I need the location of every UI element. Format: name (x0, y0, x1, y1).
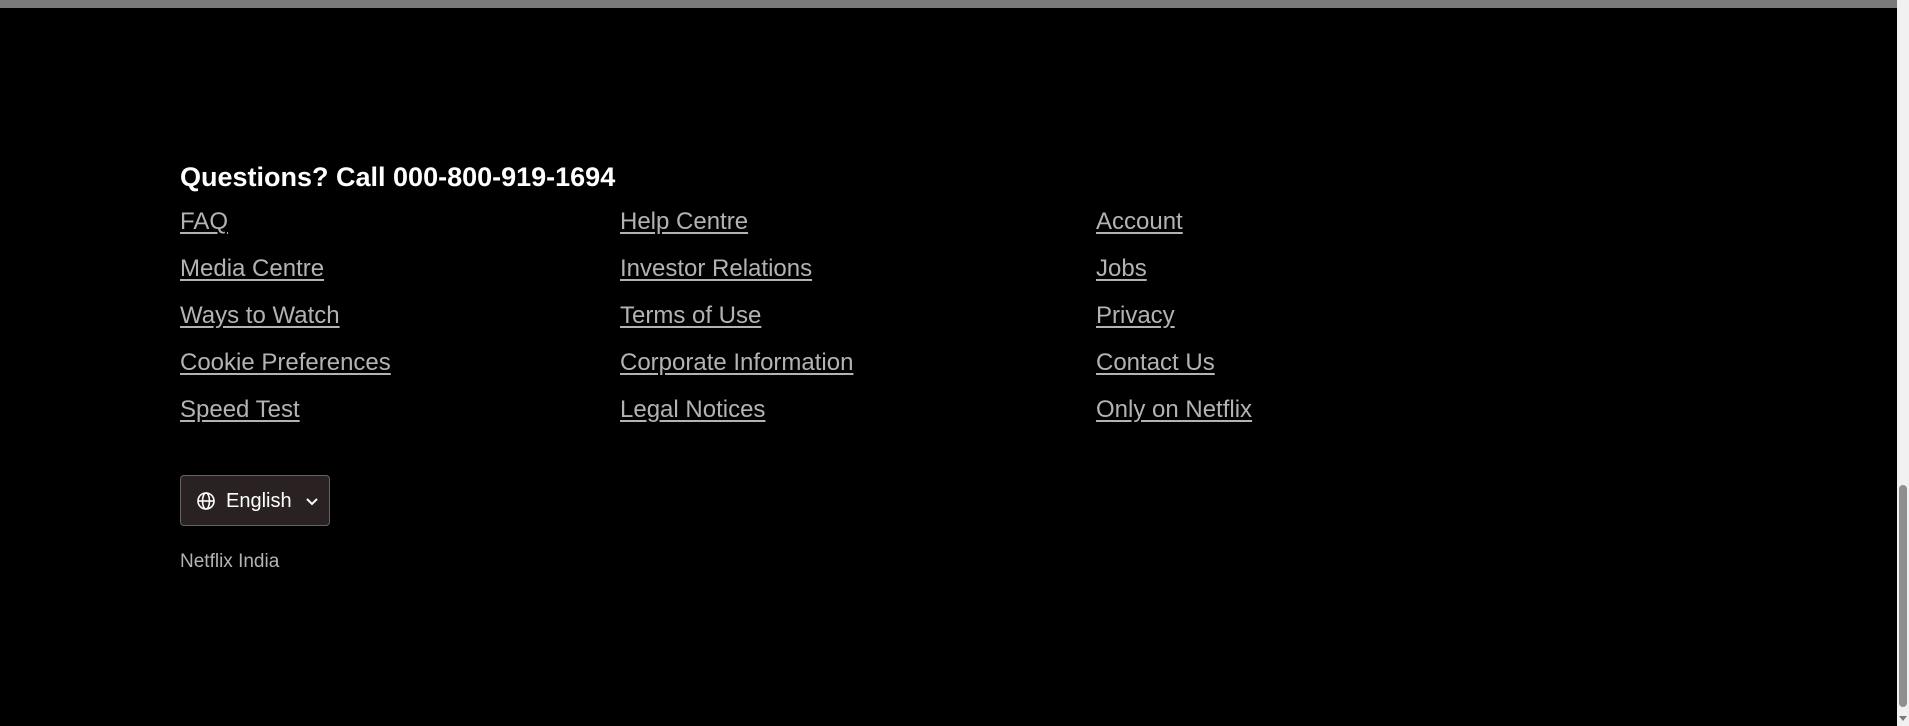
terms-of-use-link[interactable]: Terms of Use (620, 300, 761, 332)
vertical-scrollbar[interactable] (1897, 0, 1909, 726)
legal-notices-link[interactable]: Legal Notices (620, 394, 765, 426)
cookie-preferences-link[interactable]: Cookie Preferences (180, 347, 391, 379)
contact-us-link[interactable]: Contact Us (1096, 347, 1215, 379)
scroll-down-arrow-icon[interactable] (1898, 713, 1908, 723)
investor-relations-link[interactable]: Investor Relations (620, 253, 812, 285)
top-divider (0, 0, 1909, 8)
account-link[interactable]: Account (1096, 206, 1183, 238)
jobs-link[interactable]: Jobs (1096, 253, 1147, 285)
language-selector-button[interactable]: English (180, 475, 330, 526)
site-footer: Questions? Call 000-800-919-1694 FAQ Hel… (180, 158, 1680, 572)
privacy-link[interactable]: Privacy (1096, 300, 1175, 332)
scrollbar-thumb[interactable] (1899, 485, 1907, 707)
ways-to-watch-link[interactable]: Ways to Watch (180, 300, 340, 332)
netflix-footer-page: Questions? Call 000-800-919-1694 FAQ Hel… (0, 0, 1909, 726)
corporate-information-link[interactable]: Corporate Information (620, 347, 853, 379)
faq-link[interactable]: FAQ (180, 206, 228, 238)
footer-links-grid: FAQ Help Centre Account Media Centre Inv… (180, 206, 1680, 441)
only-on-netflix-link[interactable]: Only on Netflix (1096, 394, 1252, 426)
globe-icon (196, 491, 216, 511)
region-label: Netflix India (180, 551, 280, 572)
media-centre-link[interactable]: Media Centre (180, 253, 324, 285)
footer-contact-heading: Questions? Call 000-800-919-1694 (180, 162, 616, 192)
chevron-down-icon (304, 493, 320, 509)
language-selector-label: English (226, 489, 292, 512)
help-centre-link[interactable]: Help Centre (620, 206, 748, 238)
speed-test-link[interactable]: Speed Test (180, 394, 300, 426)
